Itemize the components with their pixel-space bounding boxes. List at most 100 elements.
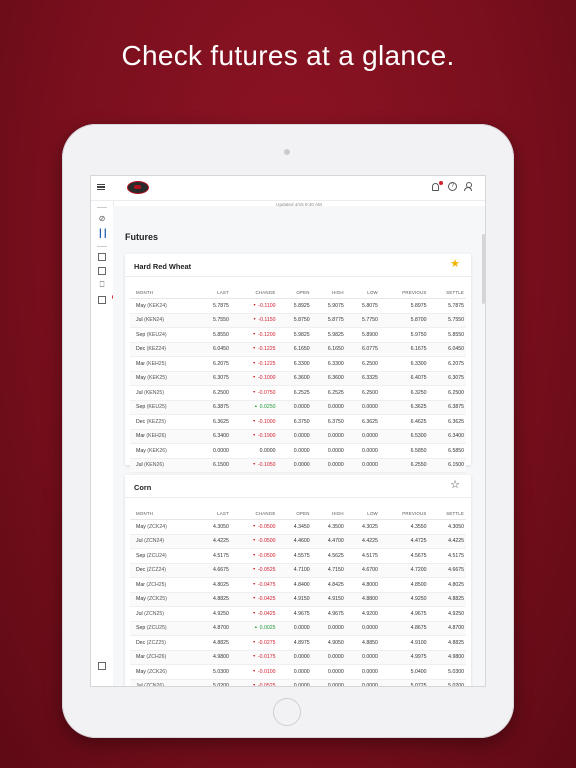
book-icon[interactable] xyxy=(98,267,106,275)
month-label: Jul xyxy=(136,610,143,617)
help-icon[interactable]: ? xyxy=(448,182,457,191)
contract-month: Mar (KEH26) xyxy=(130,429,197,444)
table-row[interactable]: May (ZCK24)4.3050-0.05004.34504.35004.30… xyxy=(130,519,466,535)
sidebar-divider xyxy=(97,207,107,208)
cell-change: -0.0525 xyxy=(230,679,278,686)
cell-previous: 5.0400 xyxy=(379,664,429,680)
favorite-star-icon[interactable]: ☆ xyxy=(450,480,460,491)
cell-last: 4.8825 xyxy=(196,635,231,651)
cell-high: 4.7150 xyxy=(311,563,346,578)
table-row[interactable]: Jul (KEN26)6.1500-0.10500.00000.00000.00… xyxy=(130,458,466,473)
collapse-sidebar-icon[interactable] xyxy=(98,662,106,670)
contract-symbol: (KEN26) xyxy=(144,462,164,469)
column-header-previous: PREVIOUS xyxy=(379,507,429,520)
table-row[interactable]: Sep (KEU24)5.8550-0.12005.98255.98255.89… xyxy=(130,327,466,343)
cell-change: -0.0500 xyxy=(230,548,278,564)
table-row[interactable]: Dec (ZCZ24)4.6675-0.05254.71004.71504.67… xyxy=(130,563,466,578)
table-row[interactable]: Dec (ZCZ25)4.8825-0.02754.89754.90504.88… xyxy=(130,635,466,651)
contract-month: May (ZCK26) xyxy=(130,664,197,680)
table-row[interactable]: Sep (ZCU24)4.5175-0.05004.55754.56254.51… xyxy=(130,548,466,564)
user-account-icon[interactable] xyxy=(464,182,473,191)
cell-open: 6.3600 xyxy=(277,371,312,386)
favorite-star-icon[interactable]: ★ xyxy=(450,259,460,270)
table-row[interactable]: Dec (KEZ25)6.3625-0.10006.37506.37506.36… xyxy=(130,414,466,430)
contract-symbol: (KEK25) xyxy=(147,375,167,382)
cell-settle: 6.2075 xyxy=(428,356,466,372)
cell-high: 4.3500 xyxy=(311,519,346,535)
cell-open: 0.0000 xyxy=(277,679,312,686)
cell-last: 5.0200 xyxy=(196,679,231,686)
cell-last: 6.3875 xyxy=(196,400,231,415)
table-row[interactable]: May (ZCK26)5.0300-0.01000.00000.00000.00… xyxy=(130,664,466,680)
cell-last: 4.9250 xyxy=(196,606,231,622)
notification-bell-icon[interactable] xyxy=(432,181,443,191)
cell-low: 5.7750 xyxy=(345,313,380,328)
leaf-icon[interactable]: ⊘ xyxy=(98,215,106,223)
cell-open: 6.3300 xyxy=(277,356,312,372)
table-header-row: MONTH LAST CHANGE OPEN HIGH LOW PREVIOUS SETTLE xyxy=(130,286,466,299)
cell-settle: 6.2500 xyxy=(428,385,466,401)
top-actions: ? xyxy=(432,181,473,191)
cell-high: 0.0000 xyxy=(311,664,346,680)
cell-high: 4.9675 xyxy=(311,606,346,622)
column-header-last: LAST xyxy=(196,286,231,299)
cell-previous: 4.9975 xyxy=(379,650,429,665)
promo-headline: Check futures at a glance. xyxy=(121,40,455,71)
cell-open: 6.3750 xyxy=(277,414,312,430)
cell-previous: 4.7200 xyxy=(379,563,429,578)
brand-logo[interactable] xyxy=(127,181,149,194)
table-row[interactable]: Jul (KEN24)5.7550-0.11505.87505.87755.77… xyxy=(130,313,466,328)
contract-symbol: (KEH25) xyxy=(146,360,167,367)
contract-month: Sep (ZCU25) xyxy=(130,621,197,636)
contract-symbol: (KEH26) xyxy=(146,433,167,440)
table-row[interactable]: Jul (KEN25)6.2500-0.07506.25256.25256.25… xyxy=(130,385,466,401)
cell-change: -0.1000 xyxy=(230,414,278,430)
calendar-icon[interactable] xyxy=(98,253,106,261)
cell-high: 0.0000 xyxy=(311,429,346,444)
table-row[interactable]: Mar (ZCH25)4.8025-0.04754.84004.84254.80… xyxy=(130,577,466,593)
cell-previous: 5.8700 xyxy=(379,313,429,328)
month-label: May xyxy=(136,302,146,309)
messages-icon[interactable] xyxy=(98,294,118,304)
table-row[interactable]: Sep (ZCU25)4.87000.00250.00000.00000.000… xyxy=(130,621,466,636)
cell-change: -0.1225 xyxy=(230,342,278,357)
silo-icon[interactable]: ⎕ xyxy=(98,281,106,289)
top-bar: ? xyxy=(91,176,485,201)
scrollbar[interactable] xyxy=(482,234,485,304)
futures-table: MONTH LAST CHANGE OPEN HIGH LOW PREVIOUS SETTLE… xyxy=(130,286,466,473)
table-row[interactable]: Jul (ZCN24)4.4225-0.05004.46004.47004.42… xyxy=(130,534,466,549)
table-row[interactable]: May (KEK26) 0.0000 0.0000 0.0000 0.0000 0.000… xyxy=(130,443,466,459)
table-row[interactable]: May (KEK24)5.7875-0.11005.89255.90755.80… xyxy=(130,298,466,314)
cell-settle: 6.5850 xyxy=(428,443,466,459)
cell-settle: 6.3875 xyxy=(428,400,466,415)
cell-open: 4.5575 xyxy=(277,548,312,564)
contract-month: Sep (KEU24) xyxy=(130,327,197,343)
table-row[interactable]: Mar (ZCH26)4.9800-0.01750.00000.00000.00… xyxy=(130,650,466,665)
table-row[interactable]: May (ZCK25)4.8825-0.04254.91504.91504.88… xyxy=(130,592,466,607)
column-header-month: MONTH xyxy=(130,286,197,299)
table-row[interactable]: Jul (ZCN26)5.0200-0.05250.00000.00000.00… xyxy=(130,679,466,686)
table-row[interactable]: Sep (KEU25)6.38750.02500.00000.00000.000… xyxy=(130,400,466,415)
cell-change: -0.0500 xyxy=(230,519,278,535)
cell-change: -0.1050 xyxy=(230,458,278,473)
month-label: Jul xyxy=(136,389,143,396)
cell-low: 4.4225 xyxy=(345,534,380,549)
table-row[interactable]: Dec (KEZ24)6.0450-0.12256.16506.16506.07… xyxy=(130,342,466,357)
cell-settle: 4.8825 xyxy=(428,592,466,607)
cell-previous: 4.9100 xyxy=(379,635,429,651)
cell-settle: 4.3050 xyxy=(428,519,466,535)
contract-month: Jul (ZCN24) xyxy=(130,534,197,549)
cell-last: 4.8825 xyxy=(196,592,231,607)
cell-previous: 6.5850 xyxy=(379,443,429,459)
cell-open: 5.9825 xyxy=(277,327,312,343)
home-button[interactable] xyxy=(273,698,301,726)
menu-icon[interactable] xyxy=(97,184,105,191)
table-row[interactable]: Mar (KEH25)6.2075-0.12256.33006.33006.25… xyxy=(130,356,466,372)
cell-low: 0.0000 xyxy=(345,443,380,459)
table-row[interactable]: Jul (ZCN25)4.9250-0.04254.96754.96754.92… xyxy=(130,606,466,622)
table-row[interactable]: Mar (KEH26)6.3400-0.19000.00000.00000.00… xyxy=(130,429,466,444)
table-row[interactable]: May (KEK25)6.3075-0.10006.36006.36006.33… xyxy=(130,371,466,386)
contract-month: Sep (KEU25) xyxy=(130,400,197,415)
cell-low: 4.3025 xyxy=(345,519,380,535)
futures-chart-icon[interactable]: ┃┃ xyxy=(98,230,108,238)
